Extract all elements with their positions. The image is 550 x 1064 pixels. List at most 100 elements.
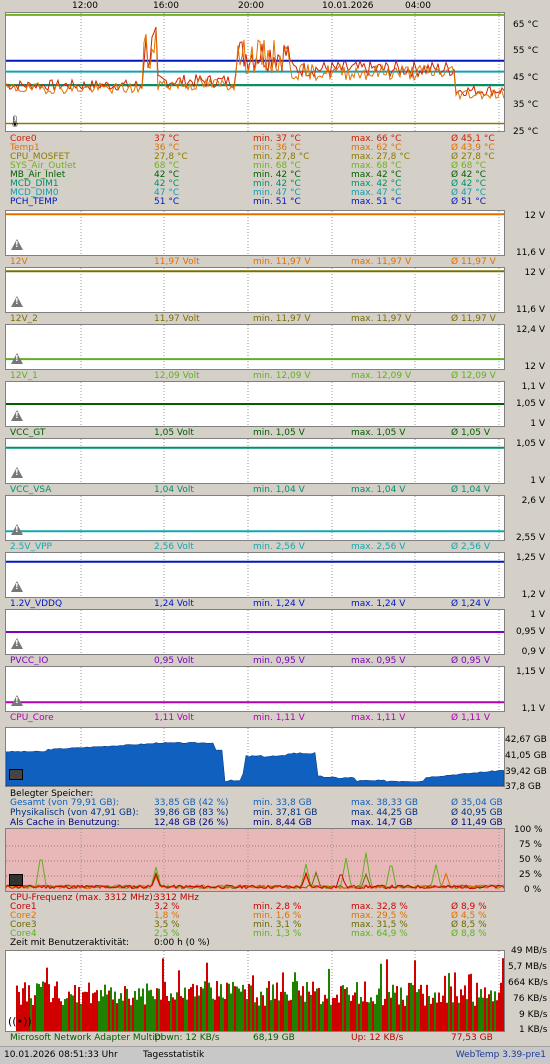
network-bar [254, 1002, 256, 1031]
network-bar [298, 990, 300, 1031]
network-bar [62, 1005, 64, 1031]
temperature-plot [6, 13, 504, 131]
network-bar [360, 996, 362, 1031]
net-scale-label: 1 KB/s [519, 1025, 548, 1035]
voltage-scale-top: 1,1 V [521, 382, 545, 392]
voltage-panel-12V_2 [5, 267, 505, 313]
network-bar [268, 981, 270, 1031]
network-bar [452, 1002, 454, 1031]
memory-max: max. 14,7 GB [351, 818, 413, 828]
network-bar [358, 1003, 360, 1031]
network-bar [180, 996, 182, 1031]
network-bar [502, 958, 504, 1031]
network-bar [192, 983, 194, 1031]
voltage-scale-bottom: 1,1 V [521, 704, 545, 714]
network-bar [394, 992, 396, 1031]
network-bar [382, 1005, 384, 1031]
cpu-min: min. 1,3 % [253, 929, 302, 939]
network-bar [232, 981, 234, 1031]
voltage-avg: Ø 0,95 V [451, 656, 491, 666]
network-bar [218, 996, 220, 1031]
voltage-name: 1.2V_VDDQ [10, 599, 63, 609]
warning-icon [11, 524, 23, 535]
network-bar [292, 981, 294, 1031]
network-bar [422, 993, 424, 1031]
network-bar [178, 970, 180, 1031]
voltage-max: max. 11,97 V [351, 314, 412, 324]
net-scale-label: 76 KB/s [513, 994, 548, 1004]
memory-avg: Ø 40,95 GB [451, 808, 503, 818]
network-bar [162, 958, 164, 1031]
network-bar [496, 1000, 498, 1031]
network-bar [442, 995, 444, 1031]
webtemp-version-link[interactable]: WebTemp 3.39-pre1 [456, 1050, 546, 1060]
network-bar [362, 1001, 364, 1031]
network-bar [406, 995, 408, 1031]
network-bar [284, 991, 286, 1031]
network-bar [466, 999, 468, 1031]
network-bar [346, 987, 348, 1031]
network-bar [374, 1003, 376, 1031]
network-bar [38, 984, 40, 1031]
network-bar [54, 986, 56, 1031]
voltage-name: VCC_GT [10, 428, 46, 438]
network-bar [68, 991, 70, 1031]
network-bar [380, 963, 382, 1031]
network-bar [234, 986, 236, 1031]
network-bar [376, 994, 378, 1031]
network-up: Up: 12 KB/s [351, 1033, 404, 1043]
network-bar [64, 999, 66, 1031]
network-bar [270, 1000, 272, 1031]
cpu-scale-label: 25 % [519, 870, 542, 880]
network-bar [390, 997, 392, 1031]
network-bar [74, 984, 76, 1031]
network-bar [288, 1000, 290, 1031]
warning-icon [11, 239, 23, 250]
network-bar [438, 992, 440, 1031]
network-bar [120, 993, 122, 1031]
network-bar [124, 986, 126, 1031]
network-bar [94, 992, 96, 1031]
warning-icon [11, 353, 23, 364]
daily-stats-link[interactable]: Tagesstatistik [143, 1050, 204, 1060]
voltage-min: min. 1,04 V [253, 485, 305, 495]
activity-label: Zeit mit Benutzeraktivität: [10, 938, 130, 948]
voltage-avg: Ø 1,04 V [451, 485, 491, 495]
network-bar [150, 989, 152, 1031]
network-bar [486, 998, 488, 1031]
cpu-plot [6, 829, 504, 891]
network-bar [366, 1001, 368, 1031]
voltage-scale-top: 1 V [530, 610, 545, 620]
network-bar [136, 999, 138, 1031]
network-bar [338, 1002, 340, 1031]
network-bar [92, 993, 94, 1031]
network-bar [278, 1000, 280, 1031]
voltage-max: max. 12,09 V [351, 371, 412, 381]
temp-scale-label: 25 °C [513, 127, 539, 137]
voltage-plot [6, 439, 504, 483]
network-bar [384, 998, 386, 1031]
voltage-name: VCC_VSA [10, 485, 52, 495]
network-bar [176, 992, 178, 1031]
network-bar [470, 973, 472, 1031]
voltage-max: max. 1,05 V [351, 428, 406, 438]
voltage-plot [6, 325, 504, 369]
network-bar [386, 959, 388, 1031]
network-bar [286, 994, 288, 1031]
voltage-panel-CPU_Core [5, 666, 505, 712]
voltage-min: min. 1,24 V [253, 599, 305, 609]
network-bar [258, 1005, 260, 1031]
network-bar [114, 991, 116, 1031]
voltage-min: min. 11,97 V [253, 257, 311, 267]
network-bar [42, 981, 44, 1031]
network-bar [316, 988, 318, 1031]
mem-scale-label: 41,05 GB [505, 751, 547, 761]
network-bar [460, 989, 462, 1031]
network-bar [52, 997, 54, 1031]
network-bar [200, 986, 202, 1031]
network-bar [168, 1000, 170, 1031]
voltage-panel-PVCC_IO [5, 609, 505, 655]
network-bar [400, 987, 402, 1031]
network-bar [244, 989, 246, 1031]
network-bar [480, 989, 482, 1031]
